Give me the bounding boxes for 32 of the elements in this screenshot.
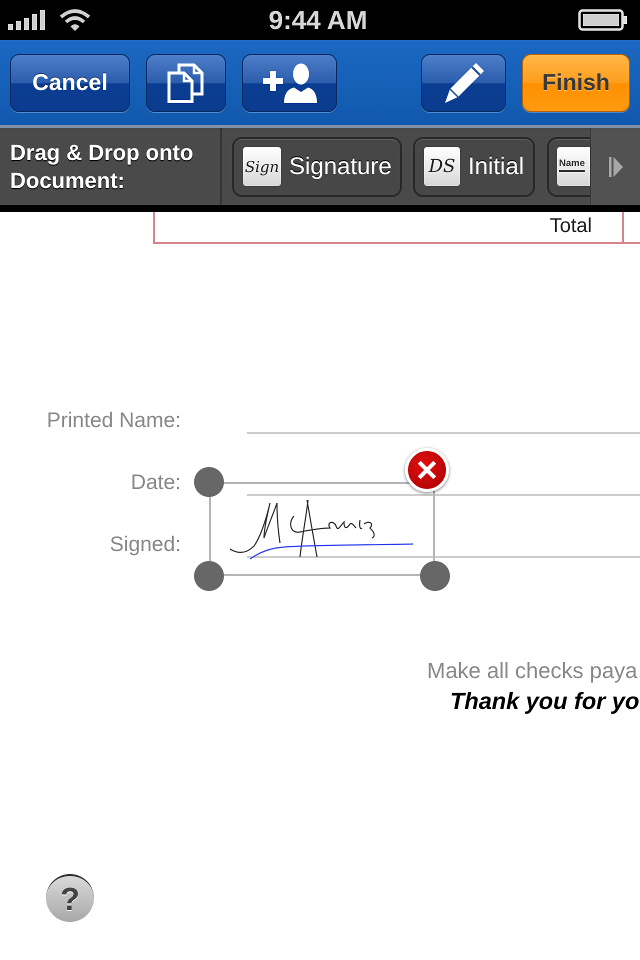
resize-handle[interactable] [194,561,224,591]
scroll-button[interactable] [590,128,640,205]
tool-tile: DS [424,147,460,186]
finish-button[interactable]: Finish [522,54,630,112]
tool-tile: Sign [243,147,281,186]
scroll-right-icon [608,156,622,176]
delete-button[interactable] [405,448,449,492]
name-tool-button[interactable]: Name [547,136,590,196]
table-cell-text: Total [548,214,593,239]
battery-icon [578,9,628,31]
payment-note: Make all checks paya [427,658,638,684]
resize-handle[interactable] [194,467,224,497]
clock-time: 9:44 AM [268,5,368,35]
initial-tool-button[interactable]: DS Initial [413,136,535,196]
close-icon [418,461,436,479]
tool-tile: Name [557,147,590,186]
documents-button[interactable] [146,54,226,112]
edit-button[interactable] [421,54,506,112]
add-signer-button[interactable] [242,54,337,112]
resize-handle[interactable] [420,561,450,591]
field-label: Printed Name: [46,409,181,433]
pages-icon [166,62,206,102]
cancel-button[interactable]: Cancel [10,54,130,112]
wifi-icon [60,9,90,31]
field-label: Signed: [108,533,181,557]
signal-icon [8,10,46,30]
drag-prompt: Drag & Drop onto Document: [10,138,194,194]
field-label: Date: [130,471,181,495]
add-person-icon [262,62,316,102]
thanks-text: Thank you for yo [450,687,640,716]
help-button[interactable]: ? [46,874,94,922]
signature-tool-button[interactable]: Sign Signature [232,136,402,196]
